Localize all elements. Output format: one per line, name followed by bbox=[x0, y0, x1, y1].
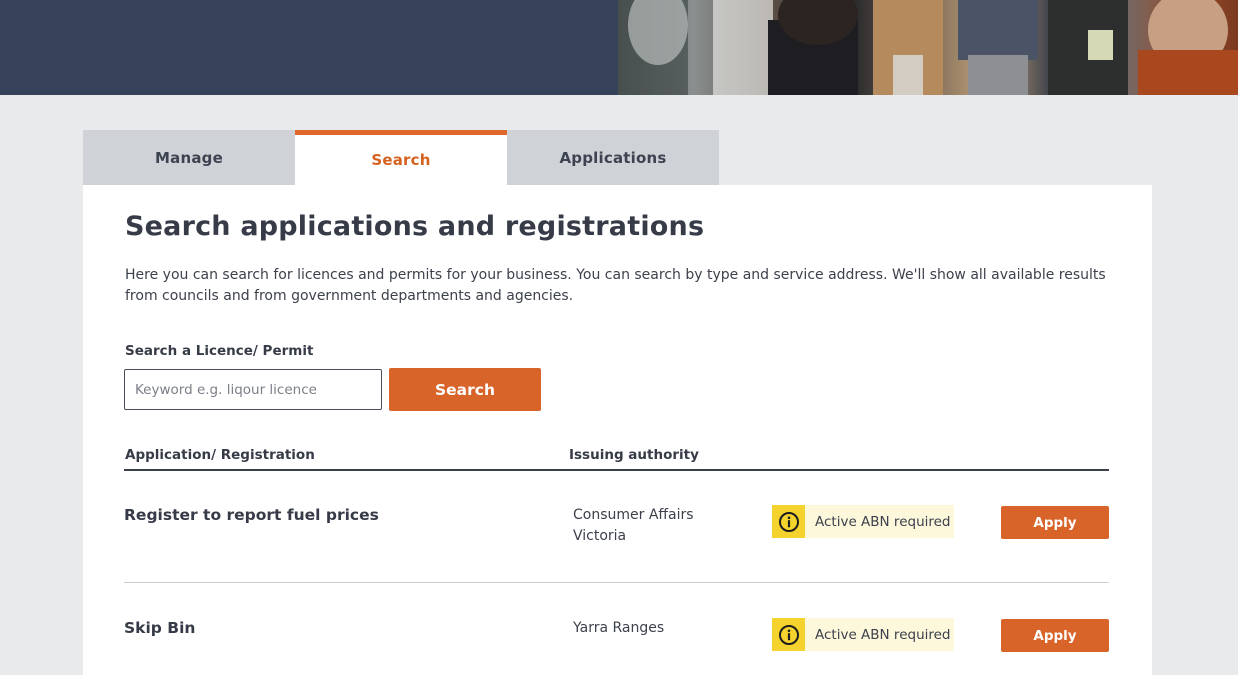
tab-manage[interactable]: Manage bbox=[83, 130, 295, 185]
column-header-application: Application/ Registration bbox=[125, 447, 315, 463]
abn-notice: Active ABN required bbox=[772, 505, 954, 538]
column-header-authority: Issuing authority bbox=[569, 447, 699, 463]
info-icon bbox=[772, 618, 805, 651]
row-authority: Consumer Affairs Victoria bbox=[573, 507, 694, 544]
apply-button[interactable]: Apply bbox=[1001, 619, 1109, 652]
tab-applications[interactable]: Applications bbox=[507, 130, 719, 185]
page-title: Search applications and registrations bbox=[125, 211, 705, 242]
info-icon bbox=[772, 505, 805, 538]
row-title: Skip Bin bbox=[124, 619, 196, 637]
row-authority: Yarra Ranges bbox=[573, 620, 665, 636]
abn-notice: Active ABN required bbox=[772, 618, 954, 651]
apply-button[interactable]: Apply bbox=[1001, 506, 1109, 539]
row-divider bbox=[124, 582, 1109, 583]
notice-text: Active ABN required bbox=[815, 513, 951, 530]
search-label: Search a Licence/ Permit bbox=[125, 343, 314, 359]
header-photo bbox=[618, 0, 1238, 95]
search-button[interactable]: Search bbox=[389, 368, 541, 411]
table-header-divider bbox=[124, 469, 1109, 471]
intro-text: Here you can search for licences and per… bbox=[125, 267, 1106, 304]
header-banner bbox=[0, 0, 1238, 95]
notice-text: Active ABN required bbox=[815, 626, 951, 643]
search-input[interactable] bbox=[124, 369, 382, 410]
tab-bar: Manage Search Applications bbox=[83, 130, 719, 185]
tab-search[interactable]: Search bbox=[295, 130, 507, 185]
search-panel: Search applications and registrations He… bbox=[83, 185, 1152, 675]
row-title: Register to report fuel prices bbox=[124, 506, 379, 524]
